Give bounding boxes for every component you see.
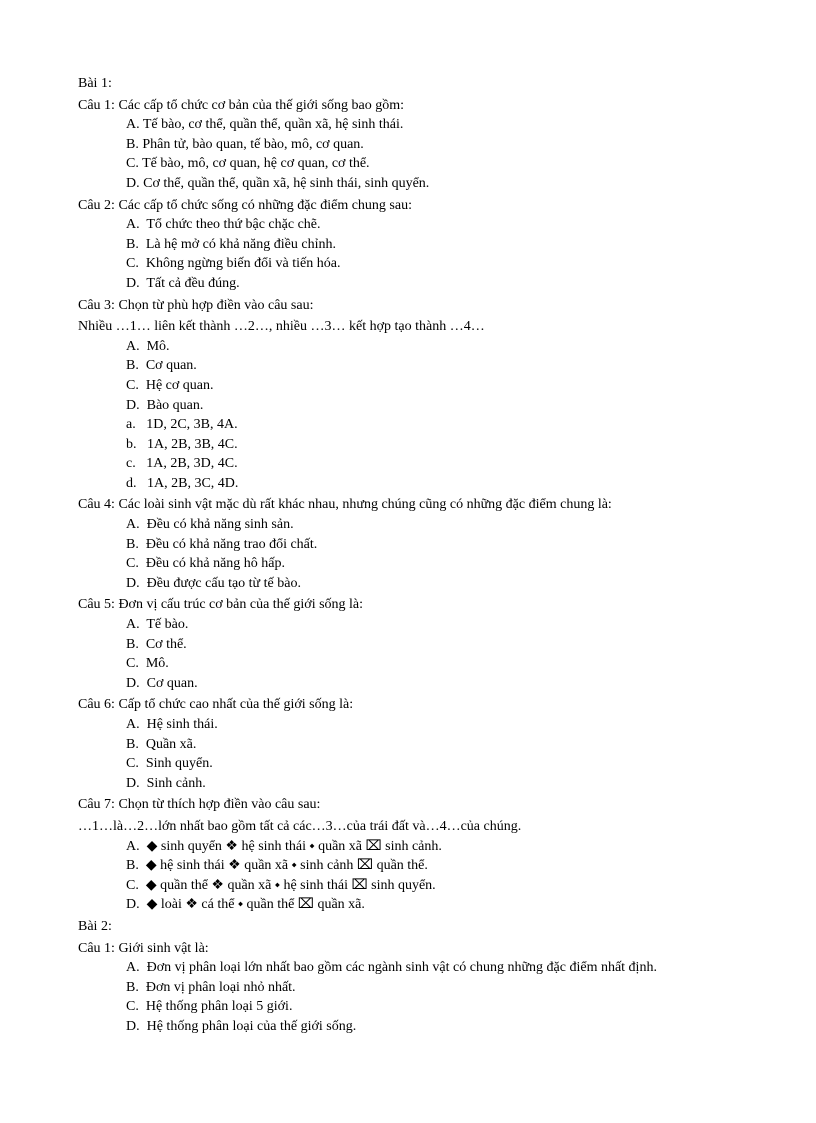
q1-text: Câu 1: Các cấp tổ chức cơ bản của thế gi… [78, 96, 738, 116]
q6-text: Câu 6: Cấp tổ chức cao nhất của thế giới… [78, 695, 738, 715]
q7-opt-b: B. ◆ hệ sinh thái ❖ quần xã ⬩ sinh cảnh … [78, 856, 738, 876]
b2-q1-text: Câu 1: Giới sinh vật là: [78, 939, 738, 959]
q3-opt-b: B. Cơ quan. [78, 356, 738, 376]
q4-opt-c: C. Đều có khả năng hô hấp. [78, 554, 738, 574]
q3-opt-c: C. Hệ cơ quan. [78, 376, 738, 396]
q3-ans-c: c. 1A, 2B, 3D, 4C. [78, 454, 738, 474]
q2-opt-c: C. Không ngừng biến đổi và tiến hóa. [78, 254, 738, 274]
b2-q1-opt-b: B. Đơn vị phân loại nhỏ nhất. [78, 978, 738, 998]
q3-opt-a: A. Mô. [78, 337, 738, 357]
q5-opt-c: C. Mô. [78, 654, 738, 674]
q4-opt-b: B. Đều có khả năng trao đổi chất. [78, 535, 738, 555]
q3-opt-d: D. Bào quan. [78, 396, 738, 416]
q5-text: Câu 5: Đơn vị cấu trúc cơ bản của thế gi… [78, 595, 738, 615]
q4-opt-a: A. Đều có khả năng sinh sản. [78, 515, 738, 535]
q2-opt-d: D. Tất cả đều đúng. [78, 274, 738, 294]
b2-q1-opt-a: A. Đơn vị phân loại lớn nhất bao gồm các… [78, 958, 738, 978]
q6-opt-b: B. Quần xã. [78, 735, 738, 755]
q7-opt-d: D. ◆ loài ❖ cá thể ⬩ quần thể ⌧ quần xã. [78, 895, 738, 915]
q3-ans-d: d. 1A, 2B, 3C, 4D. [78, 474, 738, 494]
bai-2-title: Bài 2: [78, 917, 738, 937]
q5-opt-d: D. Cơ quan. [78, 674, 738, 694]
q7-opt-a: A. ◆ sinh quyển ❖ hệ sinh thái ⬩ quần xã… [78, 837, 738, 857]
q1-opt-a: A. Tế bào, cơ thể, quần thể, quần xã, hệ… [78, 115, 738, 135]
q6-opt-a: A. Hệ sinh thái. [78, 715, 738, 735]
q3-fill: Nhiều …1… liên kết thành …2…, nhiều …3… … [78, 317, 738, 337]
q4-opt-d: D. Đều được cấu tạo từ tế bào. [78, 574, 738, 594]
q3-ans-b: b. 1A, 2B, 3B, 4C. [78, 435, 738, 455]
q3-ans-a: a. 1D, 2C, 3B, 4A. [78, 415, 738, 435]
q7-opt-c: C. ◆ quần thể ❖ quần xã ⬩ hệ sinh thái ⌧… [78, 876, 738, 896]
q2-opt-b: B. Là hệ mở có khả năng điều chỉnh. [78, 235, 738, 255]
q7-text: Câu 7: Chọn từ thích hợp điền vào câu sa… [78, 795, 738, 815]
q1-opt-b: B. Phân tử, bào quan, tế bào, mô, cơ qua… [78, 135, 738, 155]
q1-opt-d: D. Cơ thể, quần thể, quần xã, hệ sinh th… [78, 174, 738, 194]
q7-fill: …1…là…2…lớn nhất bao gồm tất cả các…3…củ… [78, 817, 738, 837]
q6-opt-d: D. Sinh cảnh. [78, 774, 738, 794]
bai-1-title: Bài 1: [78, 74, 738, 94]
q2-opt-a: A. Tổ chức theo thứ bậc chặc chẽ. [78, 215, 738, 235]
b2-q1-opt-c: C. Hệ thống phân loại 5 giới. [78, 997, 738, 1017]
q3-text: Câu 3: Chọn từ phù hợp điền vào câu sau: [78, 296, 738, 316]
q5-opt-a: A. Tế bào. [78, 615, 738, 635]
q2-text: Câu 2: Các cấp tổ chức sống có những đặc… [78, 196, 738, 216]
q5-opt-b: B. Cơ thể. [78, 635, 738, 655]
q4-text: Câu 4: Các loài sinh vật mặc dù rất khác… [78, 495, 738, 515]
q1-opt-c: C. Tế bào, mô, cơ quan, hệ cơ quan, cơ t… [78, 154, 738, 174]
b2-q1-opt-d: D. Hệ thống phân loại của thế giới sống. [78, 1017, 738, 1037]
q6-opt-c: C. Sinh quyển. [78, 754, 738, 774]
